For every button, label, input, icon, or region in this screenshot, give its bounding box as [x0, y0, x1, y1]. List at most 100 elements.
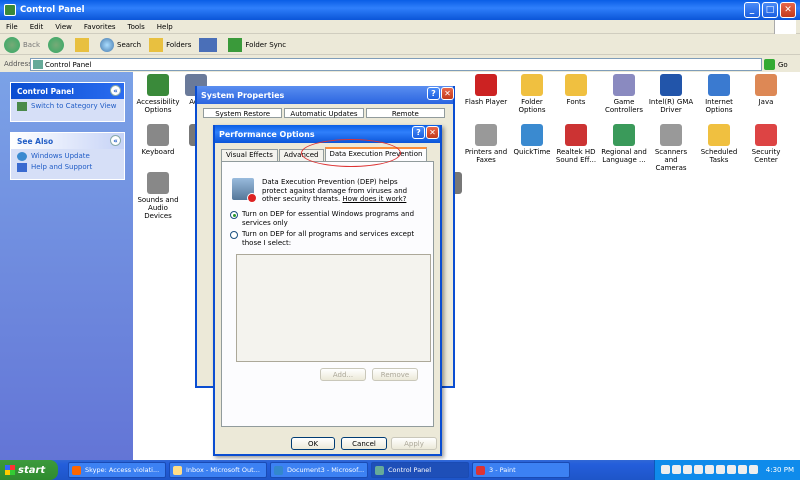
search-button[interactable]: Search [100, 37, 141, 52]
control-panel-item[interactable]: Security Center [743, 124, 789, 164]
apply-button[interactable]: Apply [391, 437, 437, 450]
control-panel-item[interactable]: QuickTime [509, 124, 555, 156]
control-panel-item[interactable]: Regional and Language ... [601, 124, 647, 164]
tray-icon[interactable] [716, 465, 725, 474]
help-button[interactable]: ? [427, 87, 440, 100]
folder-sync-button[interactable]: Folder Sync [228, 37, 286, 52]
task-paint[interactable]: 3 - Paint [472, 462, 570, 478]
tab-remote[interactable]: Remote [365, 108, 445, 118]
views-button[interactable] [199, 37, 220, 52]
menu-help[interactable]: Help [157, 23, 173, 31]
control-panel-item-label: Flash Player [464, 98, 508, 106]
control-panel-item[interactable]: Internet Options [696, 74, 742, 114]
maximize-button[interactable]: □ [762, 2, 778, 18]
system-properties-tabs: System Restore Automatic Updates Remote [203, 108, 447, 118]
paint-icon [476, 466, 485, 475]
applet-icon [475, 74, 497, 96]
clock[interactable]: 4:30 PM [766, 466, 794, 474]
control-panel-item[interactable]: Flash Player [463, 74, 509, 106]
control-panel-item-label: Java [758, 98, 774, 106]
tab-automatic-updates[interactable]: Automatic Updates [284, 108, 364, 118]
chevron-up-icon[interactable]: « [110, 85, 121, 96]
tray-icon[interactable] [738, 465, 747, 474]
cancel-button[interactable]: Cancel [341, 437, 387, 450]
control-panel-item[interactable]: Sounds and Audio Devices [135, 172, 181, 220]
title-bar[interactable]: Control Panel _ □ ✕ [0, 0, 800, 20]
control-panel-item[interactable]: Folder Options [509, 74, 555, 114]
control-panel-item[interactable]: Keyboard [135, 124, 181, 156]
switch-to-category-view-link[interactable]: Switch to Category View [11, 99, 124, 113]
tray-icon[interactable] [661, 465, 670, 474]
windows-logo-icon [774, 20, 796, 34]
how-does-it-work-link[interactable]: How does it work? [342, 195, 406, 203]
control-panel-item[interactable]: Printers and Faxes [463, 124, 509, 164]
applet-icon [660, 74, 682, 96]
dep-description: Data Execution Prevention (DEP) helps pr… [262, 178, 408, 203]
control-panel-item-label: Game Controllers [604, 98, 644, 114]
menu-edit[interactable]: Edit [30, 23, 44, 31]
views-icon [199, 37, 218, 52]
system-properties-title-bar[interactable]: System Properties ? ✕ [197, 86, 454, 104]
control-panel-item[interactable]: Fonts [553, 74, 599, 106]
task-skype[interactable]: Skype: Access violati... [68, 462, 166, 478]
back-button[interactable]: Back [4, 36, 40, 53]
applet-icon [565, 74, 587, 96]
go-button[interactable]: Go [764, 58, 798, 71]
task-pane: Control Panel « Switch to Category View S… [0, 72, 133, 460]
tab-system-restore[interactable]: System Restore [203, 108, 283, 118]
address-input[interactable]: Control Panel [30, 58, 762, 71]
control-panel-item[interactable]: Scanners and Cameras [648, 124, 694, 172]
up-folder-icon [75, 37, 89, 52]
add-button[interactable]: Add... [320, 368, 366, 381]
control-panel-item-label: Internet Options [705, 98, 733, 114]
performance-options-dialog: Performance Options ? ✕ Visual Effects A… [213, 125, 442, 456]
control-panel-item[interactable]: Scheduled Tasks [696, 124, 742, 164]
forward-button[interactable] [48, 36, 67, 53]
start-button[interactable]: start [0, 460, 58, 480]
tray-icon[interactable] [705, 465, 714, 474]
menu-favorites[interactable]: Favorites [84, 23, 116, 31]
category-view-icon [17, 102, 27, 111]
ok-button[interactable]: OK [291, 437, 335, 450]
folders-button[interactable]: Folders [149, 37, 191, 52]
help-button[interactable]: ? [412, 126, 425, 139]
control-panel-window: Control Panel _ □ ✕ File Edit View Favor… [0, 0, 800, 460]
control-panel-item[interactable]: Intel(R) GMA Driver [648, 74, 694, 114]
control-panel-item-label: Security Center [751, 148, 781, 164]
tab-visual-effects[interactable]: Visual Effects [221, 149, 278, 161]
help-and-support-link[interactable]: Help and Support [11, 163, 124, 174]
menu-file[interactable]: File [6, 23, 18, 31]
task-word[interactable]: Document3 - Microsof... [270, 462, 368, 478]
remove-button[interactable]: Remove [372, 368, 418, 381]
dep-all-programs-radio[interactable]: Turn on DEP for all programs and service… [230, 230, 420, 247]
tray-icon[interactable] [683, 465, 692, 474]
see-also-header[interactable]: See Also « [11, 133, 124, 149]
up-button[interactable] [75, 37, 92, 52]
task-outlook[interactable]: Inbox - Microsoft Out... [169, 462, 267, 478]
control-panel-item[interactable]: Realtek HD Sound Eff... [553, 124, 599, 164]
menu-tools[interactable]: Tools [128, 23, 145, 31]
task-control-panel[interactable]: Control Panel [371, 462, 469, 478]
control-panel-item[interactable]: Game Controllers [601, 74, 647, 114]
dep-exceptions-list[interactable] [236, 254, 431, 362]
chevron-up-icon[interactable]: « [110, 135, 121, 146]
control-panel-item[interactable]: Java [743, 74, 789, 106]
applet-icon [147, 74, 169, 96]
menu-view[interactable]: View [55, 23, 72, 31]
toolbar: Back Search Folders Folder Sync [0, 35, 800, 55]
forward-arrow-icon [48, 36, 64, 53]
menu-bar: File Edit View Favorites Tools Help [0, 20, 800, 34]
control-panel-header[interactable]: Control Panel « [11, 83, 124, 99]
tray-icon[interactable] [727, 465, 736, 474]
folder-sync-icon [228, 37, 243, 52]
minimize-button[interactable]: _ [744, 2, 760, 18]
close-button[interactable]: ✕ [426, 126, 439, 139]
red-circle-annotation [301, 139, 401, 167]
dep-essential-radio[interactable]: Turn on DEP for essential Windows progra… [230, 210, 420, 227]
tray-icon[interactable] [672, 465, 681, 474]
tray-icon[interactable] [694, 465, 703, 474]
windows-update-link[interactable]: Windows Update [11, 149, 124, 163]
tray-icon[interactable] [749, 465, 758, 474]
close-button[interactable]: ✕ [780, 2, 796, 18]
close-button[interactable]: ✕ [441, 87, 454, 100]
